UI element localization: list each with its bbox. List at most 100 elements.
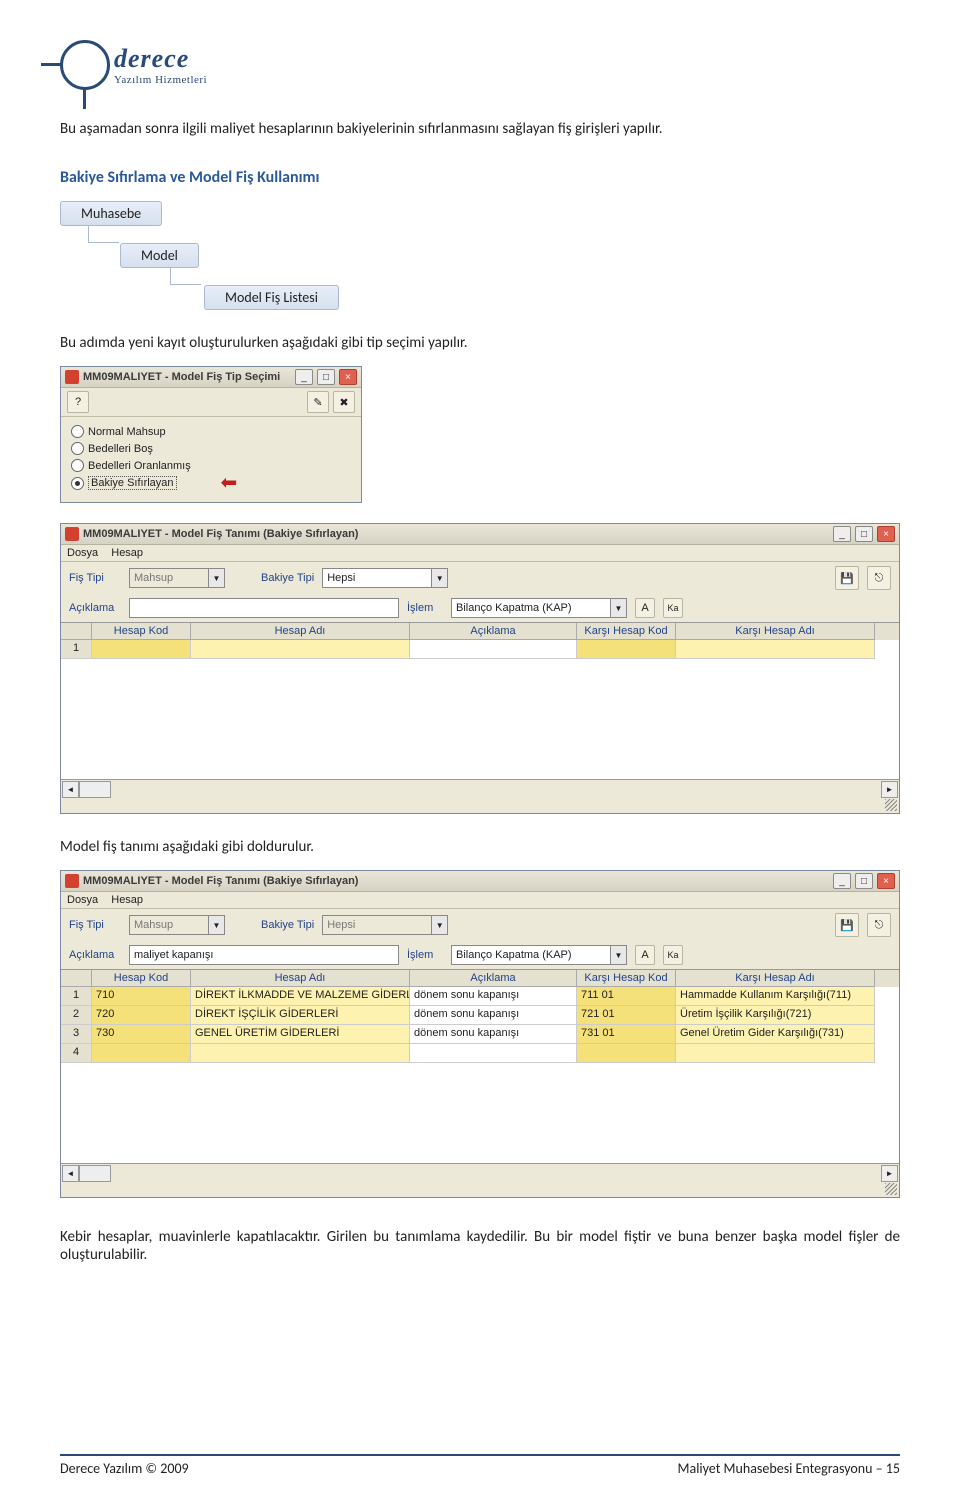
dropdown-button[interactable]: ▼ [432,915,448,935]
cell-hesap-adi[interactable]: DİREKT İŞÇİLİK GİDERLERİ [191,1006,410,1025]
dropdown-button[interactable]: ▼ [209,568,225,588]
scroll-left-button[interactable]: ◄ [62,781,79,798]
exit-button[interactable]: ⎋ [867,566,891,590]
label-islem: İşlem [407,602,443,614]
footer-left: Derece Yazılım © 2009 [60,1460,189,1477]
col-aciklama[interactable]: Açıklama [410,970,577,987]
cell-aciklama[interactable] [410,1044,577,1063]
grid-row[interactable]: 2720DİREKT İŞÇİLİK GİDERLERİdönem sonu k… [61,1006,899,1025]
minimize-button[interactable]: _ [833,526,851,542]
grid-row[interactable]: 4 [61,1044,899,1063]
grid-row[interactable]: 1 [61,640,899,659]
input-islem[interactable]: Bilanço Kapatma (KAP) [451,598,611,618]
radio-bedel-bos[interactable] [71,442,84,455]
input-bakiye-tipi[interactable]: Hepsi [322,568,432,588]
breadcrumb-level-1: Muhasebe [60,201,162,226]
cell-aciklama[interactable]: dönem sonu kapanışı [410,987,577,1006]
radio-bakiye-sifirlayan[interactable] [71,477,84,490]
cell-hesap-adi[interactable] [191,640,410,659]
maximize-button[interactable]: □ [317,369,335,385]
scrollbar[interactable]: ◄ ► [61,780,899,799]
cell-karsi-adi[interactable] [676,1044,875,1063]
input-fis-tipi[interactable]: Mahsup [129,568,209,588]
save-button[interactable]: 💾 [835,566,859,590]
dropdown-button[interactable]: ▼ [432,568,448,588]
resize-grip[interactable] [885,799,897,811]
grid-row[interactable]: 1710DİREKT İLKMADDE VE MALZEME GİDERLERd… [61,987,899,1006]
col-hesap-kod[interactable]: Hesap Kod [92,970,191,987]
scroll-right-button[interactable]: ► [881,781,898,798]
col-hesap-adi[interactable]: Hesap Adı [191,970,410,987]
delete-icon[interactable]: ✖ [333,391,355,413]
cell-aciklama[interactable]: dönem sonu kapanışı [410,1025,577,1044]
cell-hesap-kod[interactable]: 720 [92,1006,191,1025]
radio-oranlanmis[interactable] [71,459,84,472]
grid-row[interactable]: 3730GENEL ÜRETİM GİDERLERİdönem sonu kap… [61,1025,899,1044]
cell-karsi-adi[interactable]: Genel Üretim Gider Karşılığı(731) [676,1025,875,1044]
close-button[interactable]: × [339,369,357,385]
radio-label-bedel-bos: Bedelleri Boş [88,443,153,455]
dropdown-button[interactable]: ▼ [611,945,627,965]
col-hesap-kod[interactable]: Hesap Kod [92,623,191,640]
scrollbar[interactable]: ◄ ► [61,1164,899,1183]
cell-karsi-kod[interactable]: 711 01 [577,987,676,1006]
menu-dosya[interactable]: Dosya [67,547,98,559]
cell-hesap-kod[interactable]: 710 [92,987,191,1006]
cell-hesap-adi[interactable]: DİREKT İLKMADDE VE MALZEME GİDERLER [191,987,410,1006]
minimize-button[interactable]: _ [833,873,851,889]
cell-karsi-kod[interactable]: 721 01 [577,1006,676,1025]
label-islem: İşlem [407,949,443,961]
menu-hesap[interactable]: Hesap [111,547,143,559]
col-hesap-adi[interactable]: Hesap Adı [191,623,410,640]
maximize-button[interactable]: □ [855,873,873,889]
edit-icon[interactable]: ✎ [307,391,329,413]
scroll-left-button[interactable]: ◄ [62,1165,79,1182]
scroll-thumb[interactable] [79,781,111,798]
input-islem[interactable]: Bilanço Kapatma (KAP) [451,945,611,965]
cell-hesap-kod[interactable]: 730 [92,1025,191,1044]
cell-aciklama[interactable]: dönem sonu kapanışı [410,1006,577,1025]
font-a-button[interactable]: A [635,598,655,618]
dropdown-button[interactable]: ▼ [611,598,627,618]
input-fis-tipi[interactable]: Mahsup [129,915,209,935]
col-karsi-kod[interactable]: Karşı Hesap Kod [577,970,676,987]
scroll-thumb[interactable] [79,1165,111,1182]
cell-hesap-kod[interactable] [92,640,191,659]
app-icon [65,370,79,384]
cell-karsi-adi[interactable] [676,640,875,659]
logo-subtitle: Yazılım Hizmetleri [114,74,207,86]
minimize-button[interactable]: _ [295,369,313,385]
dropdown-button[interactable]: ▼ [209,915,225,935]
save-button[interactable]: 💾 [835,913,859,937]
cell-aciklama[interactable] [410,640,577,659]
close-button[interactable]: × [877,526,895,542]
font-a-button[interactable]: A [635,945,655,965]
font-ka-button[interactable]: Ka [663,598,683,618]
menu-hesap[interactable]: Hesap [111,894,143,906]
cell-karsi-kod[interactable] [577,1044,676,1063]
maximize-button[interactable]: □ [855,526,873,542]
row-header [61,970,92,987]
input-aciklama[interactable]: maliyet kapanışı [129,945,399,965]
col-karsi-kod[interactable]: Karşı Hesap Kod [577,623,676,640]
resize-grip[interactable] [885,1183,897,1195]
cell-hesap-adi[interactable]: GENEL ÜRETİM GİDERLERİ [191,1025,410,1044]
input-aciklama[interactable] [129,598,399,618]
col-karsi-adi[interactable]: Karşı Hesap Adı [676,970,875,987]
exit-button[interactable]: ⎋ [867,913,891,937]
font-ka-button[interactable]: Ka [663,945,683,965]
col-aciklama[interactable]: Açıklama [410,623,577,640]
col-karsi-adi[interactable]: Karşı Hesap Adı [676,623,875,640]
help-button[interactable]: ? [67,391,89,413]
input-bakiye-tipi[interactable]: Hepsi [322,915,432,935]
close-button[interactable]: × [877,873,895,889]
radio-normal[interactable] [71,425,84,438]
cell-karsi-adi[interactable]: Üretim İşçilik Karşılığı(721) [676,1006,875,1025]
cell-karsi-kod[interactable] [577,640,676,659]
cell-karsi-adi[interactable]: Hammadde Kullanım Karşılığı(711) [676,987,875,1006]
cell-hesap-kod[interactable] [92,1044,191,1063]
cell-hesap-adi[interactable] [191,1044,410,1063]
menu-dosya[interactable]: Dosya [67,894,98,906]
cell-karsi-kod[interactable]: 731 01 [577,1025,676,1044]
scroll-right-button[interactable]: ► [881,1165,898,1182]
